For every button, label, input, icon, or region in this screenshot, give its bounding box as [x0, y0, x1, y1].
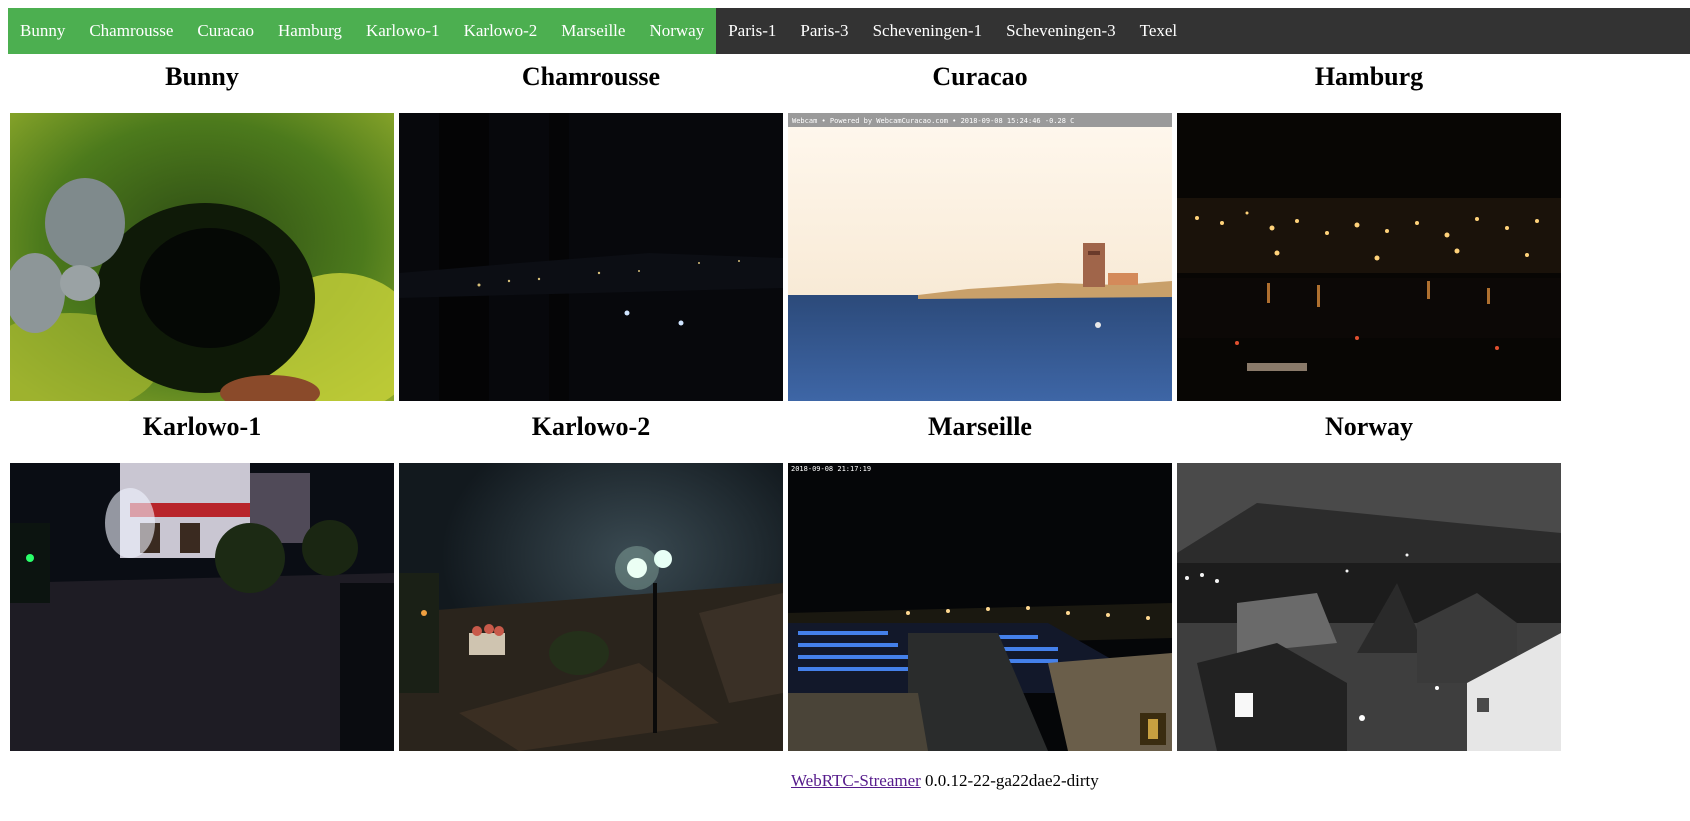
camera-overlay: Webcam • Powered by WebcamCuracao.com • … — [792, 117, 1074, 125]
nav-item-paris-1[interactable]: Paris-1 — [716, 8, 788, 54]
nav-item-paris-3[interactable]: Paris-3 — [788, 8, 860, 54]
stream-title: Chamrousse — [521, 62, 661, 91]
stream-title: Norway — [1324, 412, 1414, 441]
stream-panel-hamburg: Hamburg — [1177, 58, 1561, 401]
video-frame-hamburg — [1177, 113, 1561, 401]
video-player[interactable] — [399, 463, 783, 751]
stream-title: Karlowo-2 — [531, 412, 651, 441]
stream-title: Curacao — [932, 62, 1028, 91]
stream-panel-karlowo-1: Karlowo-1 — [10, 408, 394, 751]
video-frame-karlowo-1 — [10, 463, 394, 751]
video-player[interactable] — [10, 463, 394, 751]
nav-item-bunny[interactable]: Bunny — [8, 8, 78, 54]
video-player[interactable]: 2018-09-08 21:17:19 — [788, 463, 1172, 751]
nav-item-marseille[interactable]: Marseille — [549, 8, 638, 54]
version-text: 0.0.12-22-ga22dae2-dirty — [920, 771, 1099, 790]
video-player[interactable] — [10, 113, 394, 401]
stream-panel-karlowo-2: Karlowo-2 — [399, 408, 783, 751]
camera-overlay: 2018-09-08 21:17:19 — [791, 465, 871, 473]
video-frame-bunny — [10, 113, 394, 401]
video-player[interactable]: Webcam • Powered by WebcamCuracao.com • … — [788, 113, 1172, 401]
stream-title: Hamburg — [1314, 62, 1424, 91]
nav-item-karlowo-2[interactable]: Karlowo-2 — [451, 8, 550, 54]
video-player[interactable] — [1177, 463, 1561, 751]
nav-item-scheveningen-1[interactable]: Scheveningen-1 — [861, 8, 995, 54]
stream-title: Marseille — [928, 412, 1032, 441]
stream-panel-marseille: Marseille 2018-09-08 21:17:19 — [788, 408, 1172, 751]
video-player[interactable] — [1177, 113, 1561, 401]
nav-item-scheveningen-3[interactable]: Scheveningen-3 — [994, 8, 1128, 54]
nav-item-chamrousse[interactable]: Chamrousse — [77, 8, 186, 54]
webrtc-streamer-link[interactable]: WebRTC-Streamer — [791, 771, 921, 790]
video-frame-marseille: 2018-09-08 21:17:19 — [788, 463, 1172, 751]
nav-item-curacao[interactable]: Curacao — [185, 8, 267, 54]
video-frame-norway — [1177, 463, 1561, 751]
stream-navbar: Bunny Chamrousse Curacao Hamburg Karlowo… — [8, 8, 1690, 54]
stream-panel-norway: Norway — [1177, 408, 1561, 751]
video-player[interactable] — [399, 113, 783, 401]
stream-panel-bunny: Bunny — [10, 58, 394, 401]
stream-title: Karlowo-1 — [142, 412, 262, 441]
video-frame-karlowo-2 — [399, 463, 783, 751]
video-frame-chamrousse — [399, 113, 783, 401]
nav-item-texel[interactable]: Texel — [1128, 8, 1190, 54]
nav-item-norway[interactable]: Norway — [637, 8, 717, 54]
nav-item-karlowo-1[interactable]: Karlowo-1 — [353, 8, 452, 54]
video-frame-curacao: Webcam • Powered by WebcamCuracao.com • … — [788, 113, 1172, 401]
nav-item-hamburg[interactable]: Hamburg — [266, 8, 354, 54]
stream-panel-curacao: Curacao Webcam • Powered by WebcamCuraca… — [788, 58, 1172, 401]
footer-version-line: WebRTC-Streamer 0.0.12-22-ga22dae2-dirty — [791, 771, 1099, 791]
stream-panel-chamrousse: Chamrousse — [399, 58, 783, 401]
stream-title: Bunny — [165, 62, 239, 91]
